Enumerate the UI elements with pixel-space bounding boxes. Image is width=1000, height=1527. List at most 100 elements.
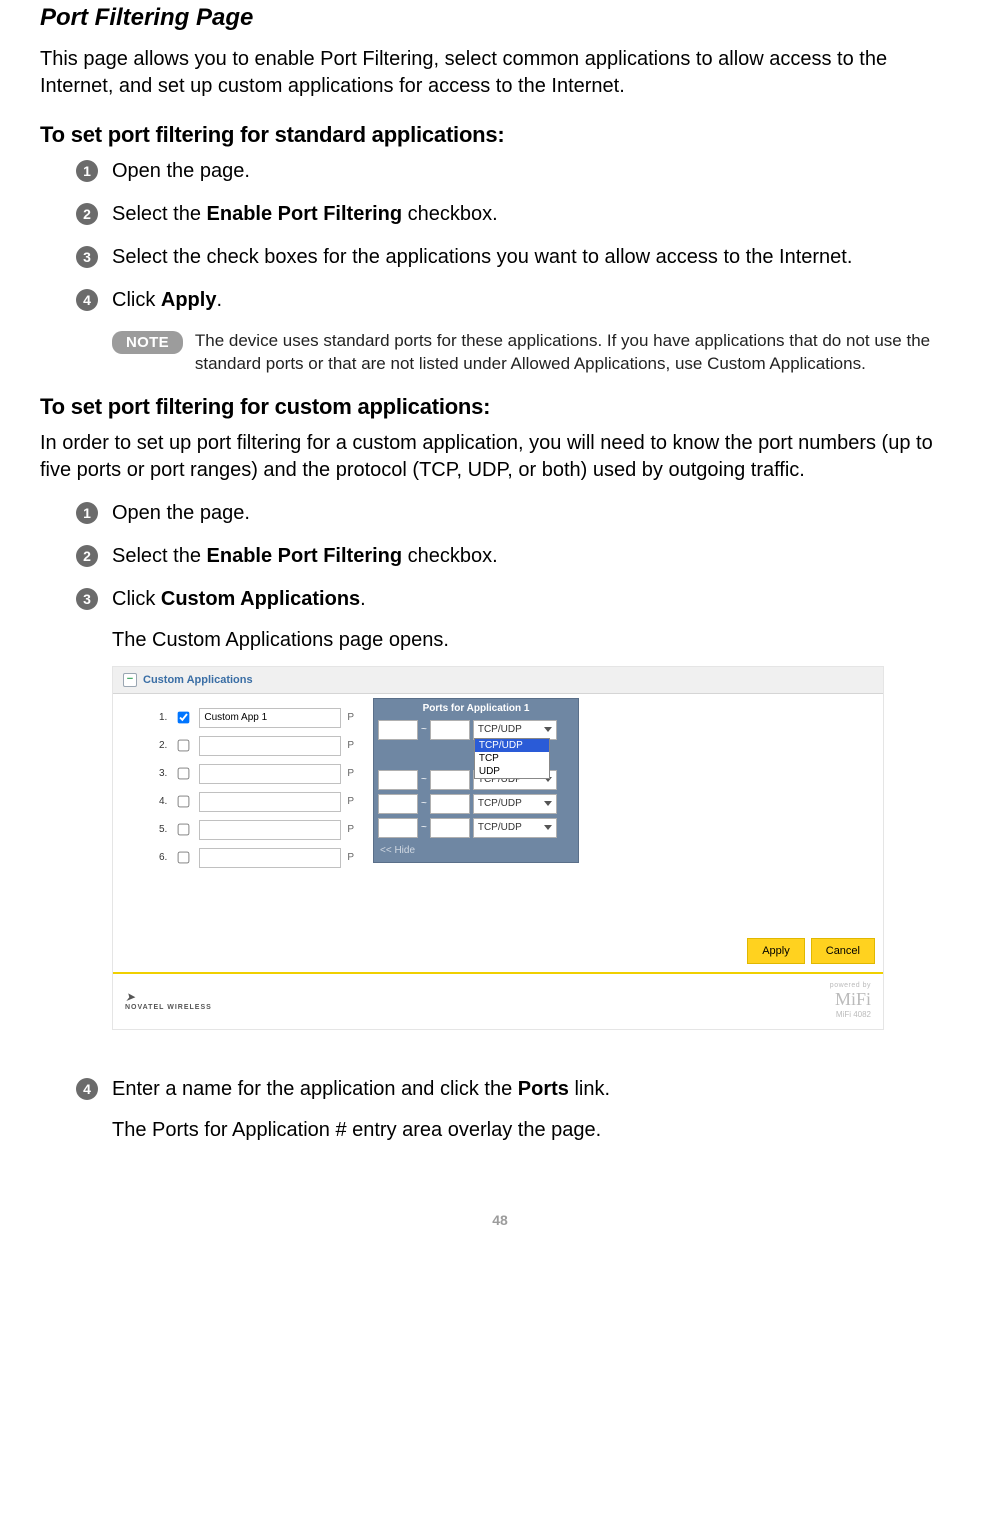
table-row: 3. P	[159, 760, 339, 788]
row-number: 6.	[159, 852, 167, 863]
step-text: Select the check boxes for the applicati…	[112, 244, 852, 271]
port-from-input[interactable]	[378, 770, 418, 790]
text: Select the	[112, 545, 207, 567]
port-to-input[interactable]	[430, 770, 470, 790]
text: Enter a name for the application and cli…	[112, 1078, 518, 1100]
logo-swoosh-icon: ➤	[125, 990, 212, 1004]
row-number: 3.	[159, 768, 167, 779]
collapse-icon[interactable]: −	[123, 673, 137, 687]
text: checkbox.	[402, 545, 498, 567]
port-from-input[interactable]	[378, 818, 418, 838]
app-enable-checkbox[interactable]	[178, 768, 190, 780]
hide-link[interactable]: << Hide	[380, 845, 415, 856]
ports-link[interactable]: P	[347, 824, 354, 835]
list-item: 2 Select the Enable Port Filtering check…	[76, 543, 960, 570]
protocol-select[interactable]: TCP/UDP TCP/UDP TCP UDP	[473, 720, 557, 740]
panel-header[interactable]: − Custom Applications	[113, 667, 883, 694]
ports-link[interactable]: P	[347, 796, 354, 807]
dropdown-option[interactable]: TCP	[475, 752, 549, 765]
table-row: 6. P	[159, 844, 339, 872]
row-number: 2.	[159, 740, 167, 751]
ports-overlay-panel: Ports for Application 1 ~ TCP/UDP TCP/UD…	[373, 698, 579, 863]
list-item: 2 Select the Enable Port Filtering check…	[76, 201, 960, 228]
step-number-icon: 4	[76, 1078, 98, 1100]
app-name-input[interactable]	[199, 708, 341, 728]
bold-term: Enable Port Filtering	[207, 203, 403, 225]
panel-body: 1. P 2. P 3. P 4.	[113, 694, 883, 930]
app-enable-checkbox[interactable]	[178, 712, 190, 724]
after-step-3-text: The Custom Applications page opens.	[112, 629, 960, 652]
mifi-model-text: MiFi 4082	[830, 1010, 871, 1019]
text: .	[360, 588, 366, 610]
list-item: 3 Select the check boxes for the applica…	[76, 244, 960, 271]
note-text: The device uses standard ports for these…	[195, 330, 960, 376]
note-block: NOTE The device uses standard ports for …	[112, 330, 960, 376]
ports-link[interactable]: P	[347, 740, 354, 751]
section2-intro: In order to set up port filtering for a …	[40, 430, 960, 484]
list-item: 4 Click Apply.	[76, 287, 960, 314]
port-from-input[interactable]	[378, 720, 418, 740]
ports-panel-title: Ports for Application 1	[376, 701, 576, 718]
port-row: ~ TCP/UDP TCP/UDP TCP UDP	[376, 718, 576, 742]
ports-link[interactable]: P	[347, 852, 354, 863]
app-name-input[interactable]	[199, 820, 341, 840]
ports-link[interactable]: P	[347, 768, 354, 779]
cancel-button[interactable]: Cancel	[811, 938, 875, 964]
port-from-input[interactable]	[378, 794, 418, 814]
protocol-dropdown: TCP/UDP TCP UDP	[474, 738, 550, 779]
range-separator: ~	[421, 822, 427, 833]
step-number-icon: 1	[76, 502, 98, 524]
mifi-logo: powered by MiFi MiFi 4082	[830, 982, 871, 1019]
custom-app-list: 1. P 2. P 3. P 4.	[159, 704, 339, 872]
section2-steps-cont: 4 Enter a name for the application and c…	[76, 1076, 960, 1103]
ports-link[interactable]: P	[347, 712, 354, 723]
bold-term: Custom Applications	[161, 588, 360, 610]
novatel-logo: ➤ NOVATEL WIRELESS	[125, 990, 212, 1011]
page-number: 48	[40, 1212, 960, 1240]
dropdown-option[interactable]: TCP/UDP	[475, 739, 549, 752]
step-text: Click Apply.	[112, 287, 222, 314]
text: Select the	[112, 203, 207, 225]
page-title: Port Filtering Page	[40, 4, 960, 32]
bold-term: Apply	[161, 289, 217, 311]
screenshot-footer: ➤ NOVATEL WIRELESS powered by MiFi MiFi …	[113, 974, 883, 1029]
step-text: Open the page.	[112, 158, 250, 185]
app-enable-checkbox[interactable]	[178, 796, 190, 808]
apply-button[interactable]: Apply	[747, 938, 805, 964]
protocol-value: TCP/UDP	[478, 822, 522, 833]
text: checkbox.	[402, 203, 498, 225]
list-item: 4 Enter a name for the application and c…	[76, 1076, 960, 1103]
text: Click	[112, 588, 161, 610]
port-to-input[interactable]	[430, 818, 470, 838]
protocol-select[interactable]: TCP/UDP	[473, 818, 557, 838]
app-enable-checkbox[interactable]	[178, 852, 190, 864]
protocol-value: TCP/UDP	[478, 724, 522, 735]
text: .	[216, 289, 222, 311]
app-enable-checkbox[interactable]	[178, 740, 190, 752]
custom-applications-screenshot: − Custom Applications 1. P 2. P 3.	[112, 666, 884, 1030]
port-row: ~ TCP/UDP	[376, 792, 576, 816]
port-row: ~ TCP/UDP	[376, 816, 576, 840]
dropdown-option[interactable]: UDP	[475, 765, 549, 778]
mifi-brand-text: MiFi	[830, 989, 871, 1010]
app-name-input[interactable]	[199, 764, 341, 784]
app-name-input[interactable]	[199, 792, 341, 812]
section2-heading: To set port filtering for custom applica…	[40, 394, 960, 420]
page-intro: This page allows you to enable Port Filt…	[40, 46, 960, 100]
after-step-4-text: The Ports for Application # entry area o…	[112, 1119, 960, 1142]
app-enable-checkbox[interactable]	[178, 824, 190, 836]
port-to-input[interactable]	[430, 794, 470, 814]
row-number: 4.	[159, 796, 167, 807]
port-to-input[interactable]	[430, 720, 470, 740]
step-text: Click Custom Applications.	[112, 586, 366, 613]
bold-term: Ports	[518, 1078, 569, 1100]
app-name-input[interactable]	[199, 736, 341, 756]
row-number: 1.	[159, 712, 167, 723]
step-text: Select the Enable Port Filtering checkbo…	[112, 201, 498, 228]
protocol-select[interactable]: TCP/UDP	[473, 794, 557, 814]
section1-steps: 1 Open the page. 2 Select the Enable Por…	[76, 158, 960, 314]
step-number-icon: 1	[76, 160, 98, 182]
app-name-input[interactable]	[199, 848, 341, 868]
range-separator: ~	[421, 774, 427, 785]
step-number-icon: 2	[76, 203, 98, 225]
